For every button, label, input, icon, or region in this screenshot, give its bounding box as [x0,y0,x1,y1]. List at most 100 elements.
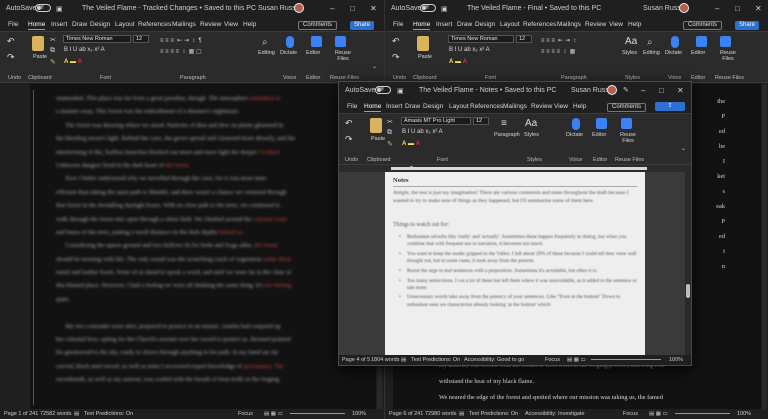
vertical-scrollbar[interactable] [685,172,691,355]
close-icon[interactable]: ✕ [677,86,684,95]
editor-icon[interactable] [311,36,322,47]
text-predictions[interactable]: Text Predictions: On [84,411,133,417]
vertical-scrollbar[interactable] [762,84,767,409]
document-page[interactable]: unattended. This place was far from a gr… [30,84,376,409]
font-size-box[interactable]: 12 [133,35,149,43]
editor-icon[interactable] [596,118,607,129]
font-size-box[interactable]: 12 [516,35,532,43]
reuse-files-icon[interactable] [621,118,632,129]
page-count[interactable]: Page 6 of 241 [389,411,423,417]
menu-insert[interactable]: Insert [436,21,452,28]
paragraph-icon[interactable]: ≡ [501,118,512,129]
menu-help[interactable]: Help [628,21,641,28]
dictate-icon[interactable] [671,36,679,48]
reuse-files-icon[interactable] [335,36,346,47]
menu-view[interactable]: View [554,103,568,110]
ribbon-collapse-icon[interactable]: ⌄ [372,63,377,70]
menu-references[interactable]: References [523,21,556,28]
paragraph-controls[interactable]: ≡ ≡ ≡ ⇤ ⇥ ↕ ¶ ≡ ≡ ≡ ≡ ↕ ▦ ▢ [160,36,202,58]
dictate-icon[interactable] [286,36,294,48]
zoom-level[interactable]: 100% [352,411,366,417]
proofing-icon[interactable]: ▤ [401,357,406,363]
font-format-row[interactable]: B I U ab x₂ x² A [64,47,105,53]
menu-view[interactable]: View [609,21,623,28]
font-color-row[interactable]: A ▬ A [64,59,82,65]
ribbon-collapse-icon[interactable]: ⌄ [681,145,686,152]
maximize-icon[interactable]: □ [659,86,664,95]
styles-icon[interactable]: Aa [625,36,637,47]
view-icons[interactable]: ▤ ▦ ▭ [649,411,668,417]
redo-icon[interactable]: ↷ [7,52,18,63]
font-name-box[interactable]: Times New Roman [448,35,514,43]
cut-icon[interactable]: ✂ [387,118,398,129]
paste-icon[interactable] [417,36,429,51]
menu-mailings[interactable]: Mailings [557,21,581,28]
avatar[interactable] [679,3,689,13]
menu-file[interactable]: File [347,103,357,110]
zoom-level[interactable]: 100% [737,411,751,417]
menu-layout[interactable]: Layout [449,103,469,110]
zoom-slider[interactable] [675,413,730,414]
menu-draw[interactable]: Draw [72,21,87,28]
font-format-row[interactable]: B I U ab x₂ x² A [449,47,490,53]
comments-button[interactable]: Comments [298,21,338,30]
share-button[interactable]: Share [735,21,760,30]
menu-mailings[interactable]: Mailings [503,103,527,110]
word-count[interactable]: 1804 words [371,357,399,363]
undo-icon[interactable]: ↶ [392,36,403,47]
menu-draw[interactable]: Draw [457,21,472,28]
avatar[interactable] [607,85,617,95]
menu-home[interactable]: Home [413,21,431,30]
paste-icon[interactable] [370,118,382,133]
menu-layout[interactable]: Layout [500,21,520,28]
proofing-icon[interactable]: ▤ [459,411,464,417]
menu-home[interactable]: Home [364,103,382,112]
menu-draw[interactable]: Draw [405,103,420,110]
paragraph-controls[interactable]: ≡ ≡ ≡ ⇤ ⇥ ↕ ≡ ≡ ≡ ≡ ↕ ▦ [541,36,576,58]
editing-icon[interactable]: ⌕ [647,37,658,48]
menu-design[interactable]: Design [475,21,495,28]
menu-file[interactable]: File [8,21,18,28]
menu-references[interactable]: References [138,21,171,28]
avatar[interactable] [294,3,304,13]
zoom-slider[interactable] [591,359,661,360]
menu-review[interactable]: Review [585,21,606,28]
font-format-row[interactable]: B I U ab x₂ x² A [402,129,443,135]
share-icon-button[interactable]: ⇪ [655,102,685,111]
focus-button[interactable]: Focus [238,411,253,417]
maximize-icon[interactable]: □ [350,4,355,13]
menu-insert[interactable]: Insert [51,21,67,28]
undo-icon[interactable]: ↶ [345,118,356,129]
format-painter-icon[interactable]: ✎ [387,140,398,151]
menu-layout[interactable]: Layout [115,21,135,28]
minimize-icon[interactable]: – [641,86,645,95]
editor-icon[interactable] [696,36,707,47]
close-icon[interactable]: ✕ [755,4,762,13]
maximize-icon[interactable]: □ [735,4,740,13]
redo-icon[interactable]: ↷ [392,52,403,63]
view-icons[interactable]: ▤ ▦ ▭ [567,357,586,363]
font-name-box[interactable]: Amasis MT Pro Light [401,117,471,125]
format-painter-icon[interactable]: ✎ [50,58,61,69]
menu-view[interactable]: View [224,21,238,28]
menu-insert[interactable]: Insert [386,103,402,110]
menu-review[interactable]: Review [531,103,552,110]
share-button[interactable]: Share [350,21,375,30]
document-page[interactable]: Notes Alright, the rest is just my imagi… [385,172,645,355]
undo-icon[interactable]: ↶ [7,36,18,47]
cut-icon[interactable]: ✂ [50,36,61,47]
menu-references[interactable]: References [470,103,503,110]
close-icon[interactable]: ✕ [370,4,377,13]
menu-design[interactable]: Design [423,103,443,110]
menu-file[interactable]: File [393,21,403,28]
menu-help[interactable]: Help [573,103,586,110]
font-size-box[interactable]: 12 [473,117,489,125]
dictate-icon[interactable] [572,118,580,130]
scroll-thumb[interactable] [686,284,690,298]
styles-icon[interactable]: Aa [525,118,537,129]
menu-review[interactable]: Review [200,21,221,28]
comments-button[interactable]: Comments [683,21,723,30]
focus-button[interactable]: Focus [623,411,638,417]
paste-icon[interactable] [32,36,44,51]
proofing-icon[interactable]: ▤ [74,411,79,417]
